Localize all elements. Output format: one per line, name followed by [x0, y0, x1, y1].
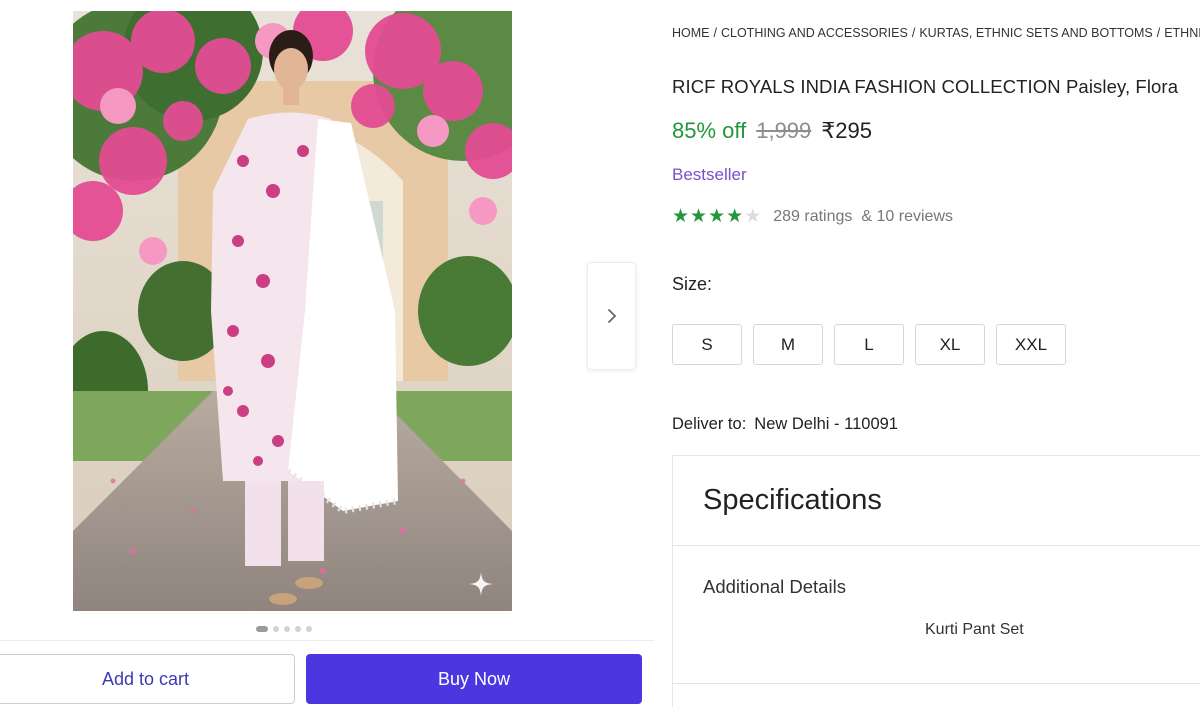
- gallery-dot[interactable]: [295, 626, 301, 632]
- size-option-s[interactable]: S: [672, 324, 742, 365]
- discount-label: 85% off: [672, 118, 747, 143]
- mrp-price: 1,999: [756, 118, 812, 143]
- breadcrumb-item[interactable]: KURTAS, ETHNIC SETS AND BOTTOMS: [919, 26, 1152, 40]
- gallery-dot[interactable]: [306, 626, 312, 632]
- sparkle-icon: [469, 572, 493, 596]
- rating-row[interactable]: ★ ★ ★ ★ ★ 289 ratings & 10 reviews: [672, 207, 953, 226]
- breadcrumb-item[interactable]: HOME: [672, 26, 710, 40]
- rating-stars: ★ ★ ★ ★ ★: [672, 207, 761, 226]
- divider: [673, 683, 1200, 684]
- breadcrumb-item[interactable]: ETHNIC: [1164, 26, 1200, 40]
- buy-now-button[interactable]: Buy Now: [306, 654, 642, 704]
- breadcrumb: HOME / CLOTHING AND ACCESSORIES / KURTAS, ET…: [672, 26, 1200, 40]
- star-icon: ★: [744, 206, 762, 227]
- specifications-card: Specifications Additional Details Kurti …: [672, 455, 1200, 707]
- star-icon: ★: [672, 206, 690, 227]
- additional-details-heading[interactable]: Additional Details: [703, 576, 846, 598]
- size-options: S M L XL XXL: [672, 324, 1066, 365]
- size-option-l[interactable]: L: [834, 324, 904, 365]
- selling-price: ₹295: [821, 118, 872, 143]
- bestseller-badge: Bestseller: [672, 165, 747, 184]
- additional-details-value: Kurti Pant Set: [925, 621, 1024, 638]
- breadcrumb-item[interactable]: CLOTHING AND ACCESSORIES: [721, 26, 908, 40]
- delivery-label: Deliver to:: [672, 415, 747, 433]
- size-option-m[interactable]: M: [753, 324, 823, 365]
- price-row: 85% off 1,999 ₹295: [672, 118, 872, 144]
- gallery-dot[interactable]: [273, 626, 279, 632]
- star-icon: ★: [726, 206, 744, 227]
- star-icon: ★: [690, 206, 708, 227]
- delivery-location[interactable]: Deliver to: New Delhi - 110091: [672, 415, 898, 434]
- add-to-cart-button[interactable]: Add to cart: [0, 654, 295, 704]
- product-image[interactable]: [73, 11, 512, 611]
- reviews-count[interactable]: & 10 reviews: [861, 208, 953, 226]
- action-bar: Add to cart Buy Now: [0, 640, 654, 707]
- product-title: RICF ROYALS INDIA FASHION COLLECTION Pai…: [672, 76, 1179, 97]
- next-image-button[interactable]: [587, 262, 636, 370]
- specifications-heading: Specifications: [673, 456, 1200, 546]
- delivery-pincode[interactable]: New Delhi - 110091: [754, 415, 898, 433]
- ratings-count[interactable]: 289 ratings: [773, 208, 852, 226]
- size-option-xl[interactable]: XL: [915, 324, 985, 365]
- gallery-dots: [256, 626, 312, 632]
- gallery-dot[interactable]: [284, 626, 290, 632]
- size-label: Size:: [672, 274, 713, 294]
- gallery-dot[interactable]: [256, 626, 268, 632]
- product-photo: [73, 11, 512, 611]
- chevron-right-icon: [607, 309, 616, 323]
- size-option-xxl[interactable]: XXL: [996, 324, 1066, 365]
- star-icon: ★: [708, 206, 726, 227]
